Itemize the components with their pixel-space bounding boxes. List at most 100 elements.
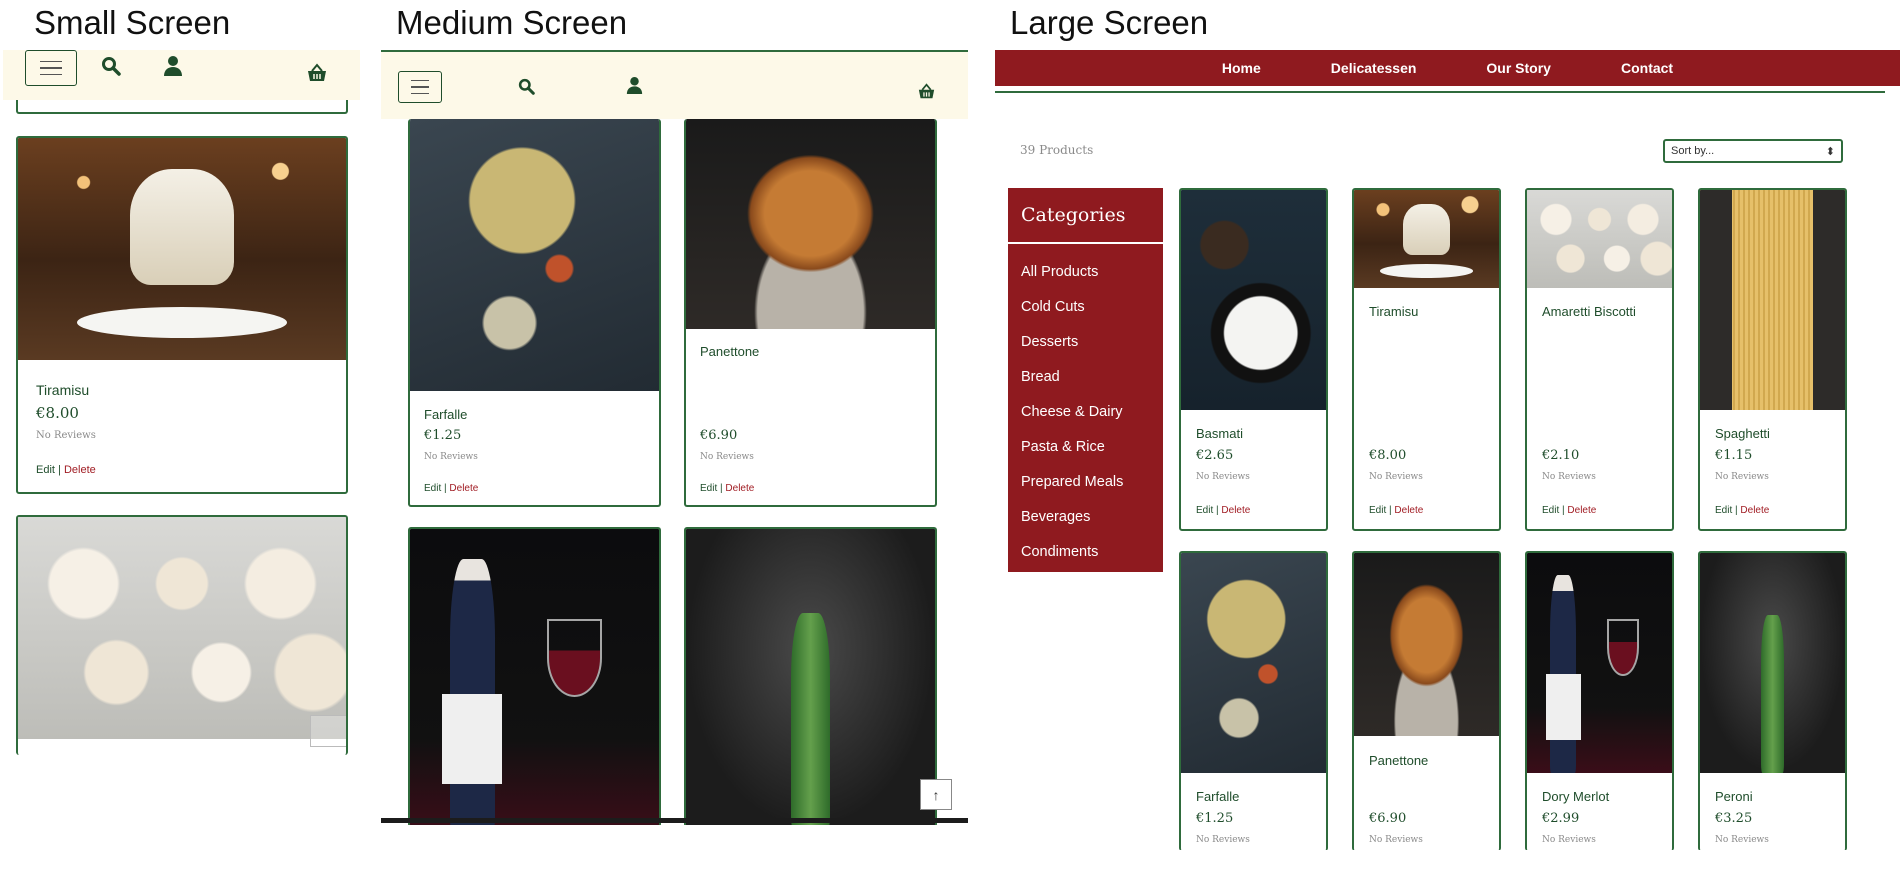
product-name[interactable]: Farfalle: [1196, 789, 1239, 804]
hamburger-icon[interactable]: [25, 50, 77, 86]
product-card-farfalle[interactable]: Farfalle €1.25 No Reviews Edit | Delete: [408, 119, 661, 507]
product-name[interactable]: Farfalle: [424, 407, 467, 422]
edit-link[interactable]: Edit: [1196, 505, 1213, 516]
user-icon[interactable]: [163, 55, 183, 77]
edit-link[interactable]: Edit: [1542, 505, 1559, 516]
edit-link[interactable]: Edit: [700, 483, 717, 494]
product-reviews: No Reviews: [1715, 835, 1769, 845]
product-image[interactable]: [686, 119, 935, 329]
category-prepared-meals[interactable]: Prepared Meals: [1008, 464, 1163, 499]
product-image[interactable]: [1354, 190, 1499, 288]
medium-header: [381, 50, 968, 119]
product-actions: Edit | Delete: [1715, 505, 1769, 516]
category-bread[interactable]: Bread: [1008, 359, 1163, 394]
product-image[interactable]: [1700, 553, 1845, 773]
separator: |: [1389, 505, 1392, 516]
product-actions: Edit | Delete: [700, 483, 754, 494]
product-image[interactable]: [1527, 190, 1672, 288]
product-price: €1.15: [1715, 448, 1753, 463]
category-condiments[interactable]: Condiments: [1008, 534, 1163, 569]
product-image[interactable]: [18, 517, 346, 739]
product-reviews: No Reviews: [1196, 472, 1250, 482]
category-desserts[interactable]: Desserts: [1008, 324, 1163, 359]
product-card-panettone[interactable]: Panettone €6.90 No Reviews: [1352, 551, 1501, 850]
delete-link[interactable]: Delete: [1221, 505, 1250, 516]
product-image[interactable]: [410, 529, 659, 825]
product-card-peroni[interactable]: [684, 527, 937, 825]
product-reviews: No Reviews: [1542, 835, 1596, 845]
scroll-to-top-button[interactable]: [310, 715, 346, 747]
product-image[interactable]: [686, 529, 935, 825]
product-name[interactable]: Basmati: [1196, 426, 1243, 441]
product-card-panettone[interactable]: Panettone €6.90 No Reviews Edit | Delete: [684, 119, 937, 507]
product-image[interactable]: [1527, 553, 1672, 773]
category-beverages[interactable]: Beverages: [1008, 499, 1163, 534]
categories-title: Categories: [1008, 188, 1163, 244]
edit-link[interactable]: Edit: [36, 464, 55, 476]
product-card-dory-merlot[interactable]: [408, 527, 661, 825]
search-icon[interactable]: [518, 78, 535, 95]
product-name[interactable]: Tiramisu: [36, 382, 89, 398]
product-name[interactable]: Dory Merlot: [1542, 789, 1609, 804]
product-price: €8.00: [36, 404, 79, 422]
category-cold-cuts[interactable]: Cold Cuts: [1008, 289, 1163, 324]
delete-link[interactable]: Delete: [449, 483, 478, 494]
product-image[interactable]: [410, 119, 659, 391]
product-image[interactable]: [1354, 553, 1499, 736]
separator: |: [58, 464, 61, 476]
delete-link[interactable]: Delete: [1740, 505, 1769, 516]
product-card-amaretti[interactable]: [16, 515, 348, 755]
product-image[interactable]: [1181, 553, 1326, 773]
product-card-tiramisu[interactable]: Tiramisu €8.00 No Reviews Edit | Delete: [16, 136, 348, 494]
product-name[interactable]: Panettone: [1369, 753, 1428, 768]
nav-our-story[interactable]: Our Story: [1486, 60, 1551, 76]
sort-placeholder: Sort by...: [1671, 145, 1715, 157]
product-name[interactable]: Panettone: [700, 344, 759, 359]
product-card-farfalle[interactable]: Farfalle €1.25 No Reviews: [1179, 551, 1328, 850]
user-icon[interactable]: [626, 76, 643, 95]
categories-sidebar: Categories All Products Cold Cuts Desser…: [1008, 188, 1163, 572]
search-icon[interactable]: [101, 56, 121, 76]
basket-icon[interactable]: [306, 63, 328, 83]
edit-link[interactable]: Edit: [1715, 505, 1732, 516]
product-reviews: No Reviews: [1542, 472, 1596, 482]
sort-select[interactable]: Sort by... ⬍: [1663, 139, 1843, 163]
product-card-tiramisu[interactable]: Tiramisu €8.00 No Reviews Edit | Delete: [1352, 188, 1501, 531]
product-name[interactable]: Tiramisu: [1369, 304, 1418, 319]
product-name[interactable]: Spaghetti: [1715, 426, 1770, 441]
product-card-spaghetti[interactable]: Spaghetti €1.15 No Reviews Edit | Delete: [1698, 188, 1847, 531]
product-card-basmati[interactable]: Basmati €2.65 No Reviews Edit | Delete: [1179, 188, 1328, 531]
product-name[interactable]: Peroni: [1715, 789, 1753, 804]
product-actions: Edit | Delete: [1542, 505, 1596, 516]
product-image[interactable]: [1181, 190, 1326, 410]
nav-contact[interactable]: Contact: [1621, 60, 1673, 76]
product-card-dory-merlot[interactable]: Dory Merlot €2.99 No Reviews: [1525, 551, 1674, 850]
delete-link[interactable]: Delete: [1394, 505, 1423, 516]
delete-link[interactable]: Delete: [725, 483, 754, 494]
product-image[interactable]: [1700, 190, 1845, 410]
edit-link[interactable]: Edit: [424, 483, 441, 494]
medium-screen-title: Medium Screen: [396, 4, 628, 41]
category-pasta-rice[interactable]: Pasta & Rice: [1008, 429, 1163, 464]
product-card-amaretti-biscotti[interactable]: Amaretti Biscotti €2.10 No Reviews Edit …: [1525, 188, 1674, 531]
product-price: €6.90: [700, 428, 738, 443]
edit-link[interactable]: Edit: [1369, 505, 1386, 516]
arrow-up-icon: ↑: [932, 786, 940, 803]
category-cheese-dairy[interactable]: Cheese & Dairy: [1008, 394, 1163, 429]
product-price: €3.25: [1715, 811, 1753, 826]
delete-link[interactable]: Delete: [64, 464, 96, 476]
product-card-peroni[interactable]: Peroni €3.25 No Reviews: [1698, 551, 1847, 850]
category-all-products[interactable]: All Products: [1008, 254, 1163, 289]
main-nav: Home Delicatessen Our Story Contact: [995, 50, 1900, 86]
product-name[interactable]: Amaretti Biscotti: [1542, 304, 1636, 319]
product-image[interactable]: [18, 138, 346, 360]
basket-icon[interactable]: [917, 83, 936, 100]
hamburger-icon[interactable]: [398, 71, 442, 103]
scroll-to-top-button[interactable]: ↑: [920, 779, 952, 810]
product-actions: Edit | Delete: [1369, 505, 1423, 516]
product-reviews: No Reviews: [424, 452, 478, 462]
delete-link[interactable]: Delete: [1567, 505, 1596, 516]
product-price: €1.25: [424, 428, 462, 443]
nav-home[interactable]: Home: [1222, 60, 1261, 76]
nav-delicatessen[interactable]: Delicatessen: [1331, 60, 1417, 76]
